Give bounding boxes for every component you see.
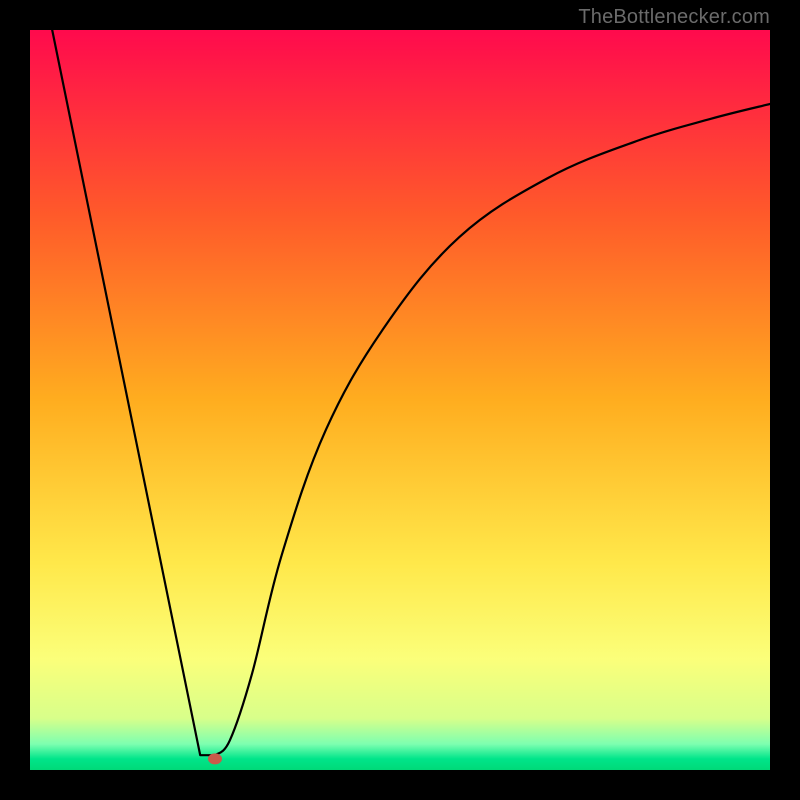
optimal-point-marker bbox=[208, 753, 222, 764]
chart-frame bbox=[30, 30, 770, 770]
watermark-text: TheBottlenecker.com bbox=[578, 6, 770, 29]
chart-background bbox=[30, 30, 770, 770]
bottleneck-chart bbox=[30, 30, 770, 770]
